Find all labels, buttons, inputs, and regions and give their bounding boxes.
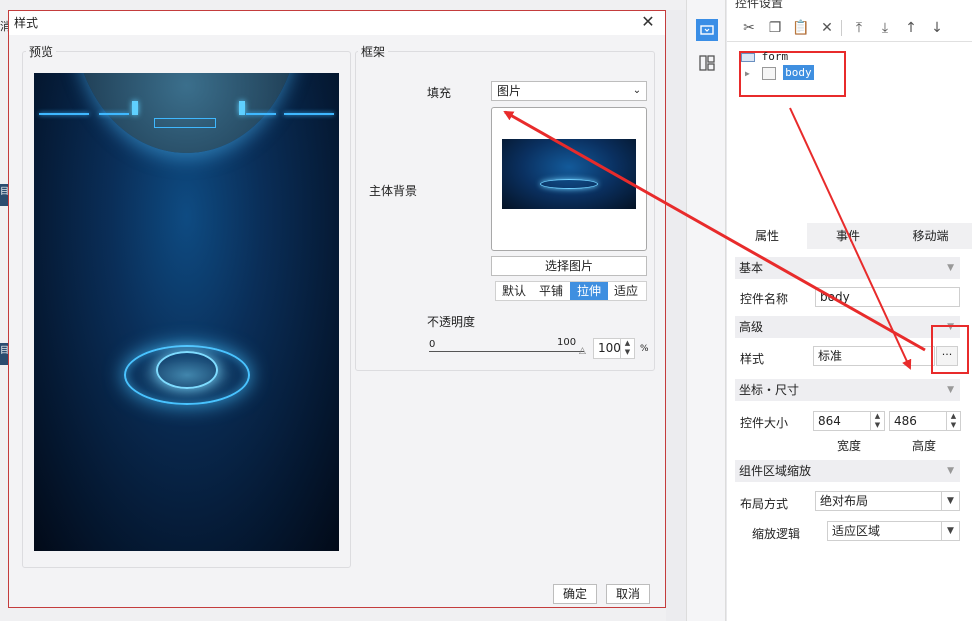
delete-icon[interactable]: ✕ [817, 18, 837, 38]
width-spin-icon: ▲ ▼ [870, 412, 884, 430]
move-down-icon[interactable]: ↓ [927, 18, 947, 38]
move-top-icon[interactable]: ⤒ [849, 18, 869, 38]
tree-node-form[interactable]: form [741, 50, 788, 64]
tree-toolbar: ✂ ❐ 📋 ✕ ⤒ ⤓ ↑ ↓ [727, 14, 972, 42]
property-tabs: 属性 事件 移动端 [727, 223, 972, 249]
layout-label: 布局方式 [740, 497, 789, 511]
collapse-caret-icon: ▼ [947, 263, 954, 273]
expand-triangle-icon[interactable]: ▶ [745, 69, 750, 78]
style-dialog: 样式 ✕ 预览 框架 填充 图片 ⌄ 主体背景 选择图片 默认 平铺 拉伸 适应 不透… [8, 10, 666, 608]
hud-line-right [284, 113, 334, 115]
style-highlight-box [931, 325, 969, 374]
control-name-label: 控件名称 [740, 292, 789, 306]
bg-cut-text: 消 [0, 20, 8, 33]
fill-label: 填充 [427, 86, 452, 100]
section-scale[interactable]: 组件区域缩放 ▼ [735, 460, 960, 482]
height-label: 高度 [912, 439, 937, 453]
opacity-label: 不透明度 [427, 315, 476, 329]
fill-select[interactable]: 图片 ⌄ [491, 81, 647, 101]
scale-logic-label: 缩放逻辑 [752, 527, 801, 541]
hud-line-left2 [99, 113, 129, 115]
thumbnail-image [502, 139, 636, 209]
toolbar-divider [841, 20, 842, 36]
hud-marker-left [132, 101, 138, 115]
collapse-caret-icon: ▼ [947, 466, 954, 476]
choose-image-button[interactable]: 选择图片 [491, 256, 647, 276]
layout-grid-icon [699, 55, 715, 71]
control-name-input[interactable]: body [815, 287, 960, 307]
style-input[interactable]: 标准 [813, 346, 935, 366]
image-thumbnail-box[interactable] [491, 107, 647, 251]
opacity-unit: % [640, 344, 649, 354]
cancel-button[interactable]: 取消 [606, 584, 650, 604]
tab-properties[interactable]: 属性 [727, 223, 807, 249]
move-up-icon[interactable]: ↑ [901, 18, 921, 38]
opacity-slider-track[interactable] [429, 351, 584, 352]
width-input[interactable]: 864 ▲ ▼ [813, 411, 885, 431]
component-panel-button[interactable] [696, 19, 718, 41]
thumbnail-platform [540, 179, 598, 189]
layout-select[interactable]: 绝对布局 ▼ [815, 491, 960, 511]
size-label: 控件大小 [740, 416, 789, 430]
form-node-icon [741, 52, 755, 62]
opacity-input[interactable]: 100 ▲ ▼ [593, 338, 635, 359]
scale-logic-select[interactable]: 适应区域 ▼ [827, 521, 960, 541]
body-node-icon [762, 66, 777, 80]
height-spin-icon: ▲ ▼ [946, 412, 960, 430]
tab-mobile[interactable]: 移动端 [889, 223, 972, 249]
main-bg-label: 主体背景 [369, 184, 418, 198]
section-advanced[interactable]: 高级 ▼ [735, 316, 960, 338]
chevron-down-icon: ⌄ [632, 85, 642, 96]
collapse-caret-icon: ▼ [947, 385, 954, 395]
preview-label: 预览 [26, 43, 57, 60]
cut-icon[interactable]: ✂ [739, 18, 759, 38]
mode-stretch[interactable]: 拉伸 [570, 282, 608, 300]
hud-line-left [39, 113, 89, 115]
chevron-down-icon: ▼ [941, 492, 959, 510]
hud-line-right2 [246, 113, 276, 115]
preview-image [34, 73, 339, 551]
fill-mode-segment: 默认 平铺 拉伸 适应 [495, 281, 647, 301]
platform-core-graphic [156, 351, 218, 389]
hud-marker-right [239, 101, 245, 115]
bg-gap [666, 10, 686, 621]
panel-title: 控件设置 [735, 0, 784, 10]
mode-tile[interactable]: 平铺 [532, 282, 570, 300]
dialog-title: 样式 [9, 11, 665, 35]
width-label: 宽度 [837, 439, 862, 453]
slider-min-label: 0 [429, 339, 436, 350]
opacity-slider-thumb[interactable]: △ [579, 346, 586, 356]
section-coords[interactable]: 坐标・尺寸 ▼ [735, 379, 960, 401]
opacity-spin-icon: ▲ ▼ [620, 339, 634, 358]
mode-fit[interactable]: 适应 [608, 282, 644, 300]
paste-icon[interactable]: 📋 [791, 18, 811, 38]
ok-button[interactable]: 确定 [553, 584, 597, 604]
slider-max-label: 100 [557, 337, 577, 348]
close-icon[interactable]: ✕ [639, 12, 657, 32]
chevron-down-icon: ▼ [941, 522, 959, 540]
property-panel: 控件设置 ✂ ❐ 📋 ✕ ⤒ ⤓ ↑ ↓ form ▶ body 属性 事件 移… [727, 0, 972, 621]
style-label: 样式 [740, 352, 765, 366]
tree-node-body[interactable]: ▶ body [745, 65, 814, 84]
height-input[interactable]: 486 ▲ ▼ [889, 411, 961, 431]
dropdown-box-icon [700, 25, 714, 35]
section-basic[interactable]: 基本 ▼ [735, 257, 960, 279]
layout-panel-button[interactable] [696, 52, 718, 74]
copy-icon[interactable]: ❐ [765, 18, 785, 38]
mode-default[interactable]: 默认 [496, 282, 532, 300]
side-toolbar [686, 0, 726, 621]
tab-events[interactable]: 事件 [807, 223, 889, 249]
hud-center-box [154, 118, 216, 128]
frame-label: 框架 [358, 43, 389, 60]
move-bottom-icon[interactable]: ⤓ [875, 18, 895, 38]
